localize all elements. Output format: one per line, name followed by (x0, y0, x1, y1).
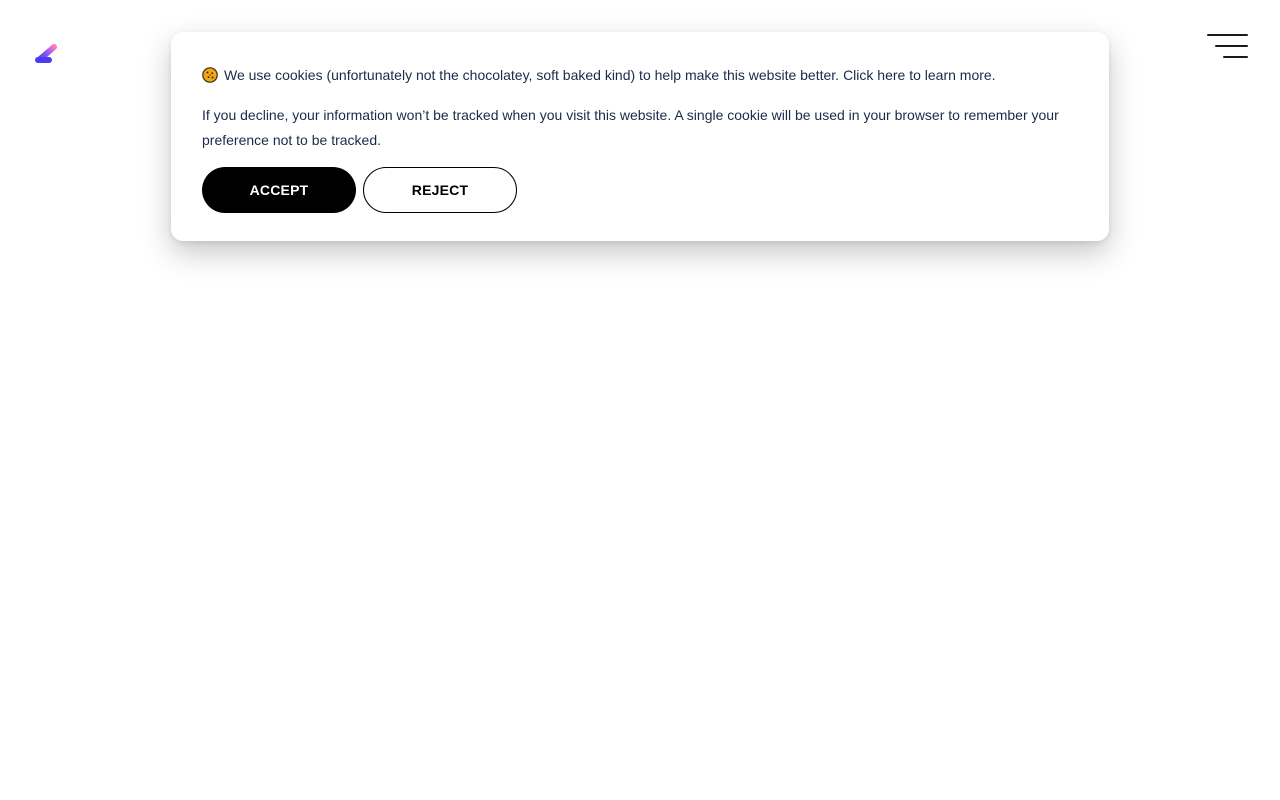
cookie-message: We use cookies (unfortunately not the ch… (224, 67, 840, 83)
accept-button[interactable]: ACCEPT (202, 167, 356, 213)
decline-notice: If you decline, your information won’t b… (202, 107, 1059, 148)
cookie-consent-banner: We use cookies (unfortunately not the ch… (171, 32, 1109, 241)
reject-button[interactable]: REJECT (363, 167, 517, 213)
menu-line (1223, 56, 1248, 58)
cookie-icon (202, 67, 218, 83)
page: We use cookies (unfortunately not the ch… (0, 0, 1280, 800)
site-logo[interactable] (33, 42, 59, 66)
cookie-message-line: We use cookies (unfortunately not the ch… (202, 66, 1078, 84)
cookie-actions: ACCEPT REJECT (202, 167, 1078, 213)
slash-logo-icon (35, 44, 57, 63)
menu-line (1215, 45, 1248, 47)
learn-more-link[interactable]: Click here to learn more. (843, 66, 996, 84)
menu-line (1207, 34, 1248, 36)
menu-button[interactable] (1205, 32, 1251, 62)
